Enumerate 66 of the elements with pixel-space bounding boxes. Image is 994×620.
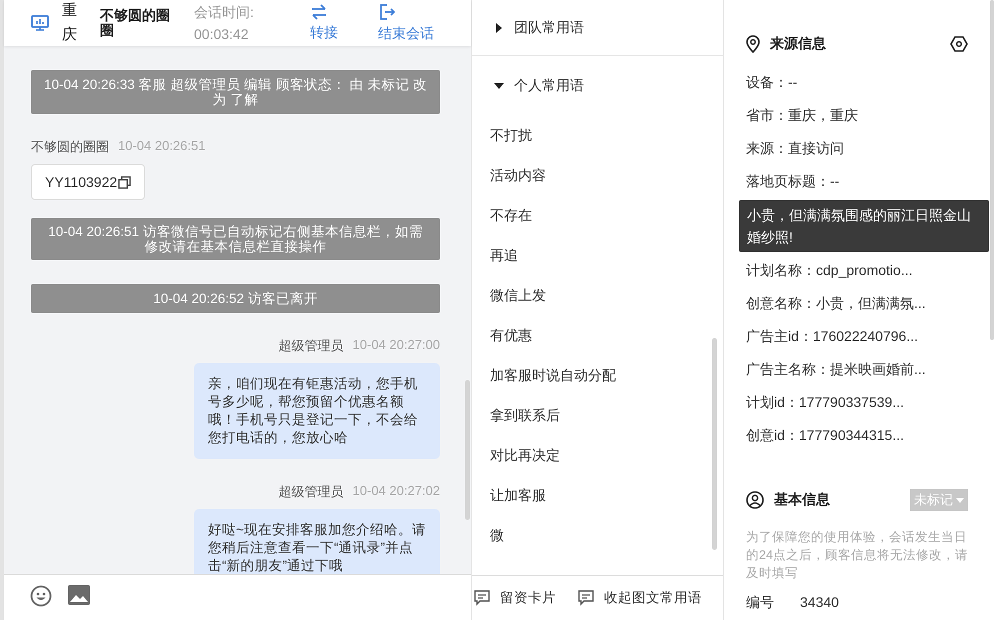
agent-message: 亲，咱们现在有钜惠活动，您手机号多少呢，帮您预留个优惠名额哦！手机号只是登记一下，不会给您打电话的，您放心哈 [194, 363, 440, 459]
scrollbar-thumb[interactable] [990, 0, 994, 340]
agent-message: 好哒~现在安排客服加您介绍哈。请您稍后注意查看一下“通讯录”并点击“新的朋友”通过下哦 [194, 509, 440, 574]
info-row-text: 计划id：177790337539... [746, 394, 905, 412]
visitor-location: 重庆 [62, 1, 78, 45]
scrollbar-thumb[interactable] [465, 380, 470, 520]
emoji-icon[interactable] [30, 585, 52, 607]
section-title: 来源信息 [770, 35, 827, 53]
info-row-text: 省市：重庆，重庆 [746, 107, 859, 125]
caret-down-icon [494, 81, 504, 91]
phrase-item[interactable]: 拿到联系后 [472, 396, 560, 436]
phrase-item[interactable]: 微信上发 [472, 276, 546, 316]
comment-icon [474, 590, 490, 606]
comment-icon [578, 590, 594, 606]
phrase-item[interactable]: 加客服时说自动分配 [472, 356, 616, 396]
info-row-text: 广告主id：176022240796... [746, 328, 919, 346]
system-message: 10-04 20:26:51 访客微信号已自动标记右侧基本信息栏，如需修改请在基本信息栏直接操作 [31, 218, 440, 260]
info-row-text: 来源：直接访问 [746, 140, 845, 158]
visitor-name: 不够圆的圈圈 [100, 8, 171, 38]
exit-icon [378, 3, 396, 21]
swap-arrows-icon [310, 4, 328, 20]
phrase-item[interactable]: 不存在 [472, 196, 532, 236]
message-time: 10-04 20:27:02 [352, 483, 440, 500]
message-text: YY1103922 [45, 174, 118, 190]
system-message: 10-04 20:26:52 访客已离开 [31, 284, 440, 313]
phrase-item[interactable]: 微 [472, 516, 504, 556]
lead-card-button[interactable]: 留资卡片 [474, 589, 556, 607]
phrase-item[interactable]: 活动内容 [472, 156, 546, 196]
field-label: 编号 [746, 594, 774, 612]
phrase-group-header[interactable]: 团队常用语 [472, 0, 584, 55]
info-row-text: 创意名称：小贵，但满满氛... [746, 295, 927, 313]
phrase-item[interactable]: 再追 [472, 236, 518, 276]
copy-icon[interactable] [118, 176, 132, 188]
phrase-item[interactable]: 让加客服 [472, 476, 546, 516]
image-icon[interactable] [68, 585, 90, 605]
sender-name: 不够圆的圈圈 [31, 138, 109, 156]
info-row-text: 广告主名称：提米映画婚前... [746, 361, 927, 379]
caret-down-icon [956, 498, 964, 502]
phrase-item[interactable]: 对比再决定 [472, 436, 560, 476]
info-row-text: 创意id：177790344315... [746, 427, 905, 445]
timer-label: 会话时间: [194, 3, 255, 22]
monitor-icon [30, 13, 50, 33]
session-timer: 00:03:42 [194, 25, 250, 44]
tooltip: 小贵，但满满氛围感的丽江日照金山婚纱照! [739, 200, 989, 252]
caret-right-icon [494, 22, 504, 32]
field-value: 34340 [800, 594, 839, 612]
scrollbar-thumb[interactable] [712, 338, 717, 550]
message-time: 10-04 20:27:00 [352, 337, 440, 354]
info-row-text: 落地页标题：-- [746, 173, 840, 191]
location-pin-icon [746, 35, 760, 53]
notice-text: 为了保障您的使用体验，会话发生当日的24点之后，顾客信息将无法修改，请及时填写 [746, 529, 968, 582]
system-message: 10-04 20:26:33 客服 超级管理员 编辑 顾客状态： 由 未标记 改为 了解 [31, 70, 440, 114]
settings-icon[interactable] [950, 35, 968, 53]
phrase-group-header[interactable]: 个人常用语 [472, 56, 584, 116]
phrase-item[interactable]: 有优惠 [472, 316, 532, 356]
section-title: 基本信息 [774, 491, 831, 509]
sender-name: 超级管理员 [278, 337, 344, 355]
end-session-button[interactable]: 结束会话 [378, 3, 434, 43]
info-row-text: 计划名称：cdp_promotio... [746, 262, 914, 280]
user-circle-icon [746, 491, 764, 509]
sender-name: 超级管理员 [278, 483, 344, 501]
message-time: 10-04 20:26:51 [118, 138, 206, 155]
transfer-button[interactable]: 转接 [310, 4, 338, 42]
info-row-text: 设备：-- [746, 74, 798, 92]
phrase-item[interactable]: 不打扰 [472, 116, 532, 156]
collapse-phrases-button[interactable]: 收起图文常用语 [578, 589, 702, 607]
